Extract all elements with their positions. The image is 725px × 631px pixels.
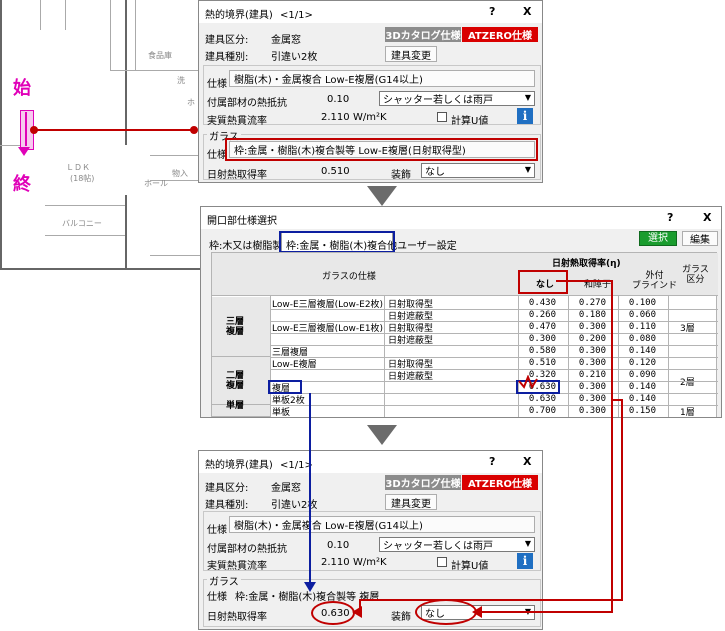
annotation-connectors [304,280,623,618]
